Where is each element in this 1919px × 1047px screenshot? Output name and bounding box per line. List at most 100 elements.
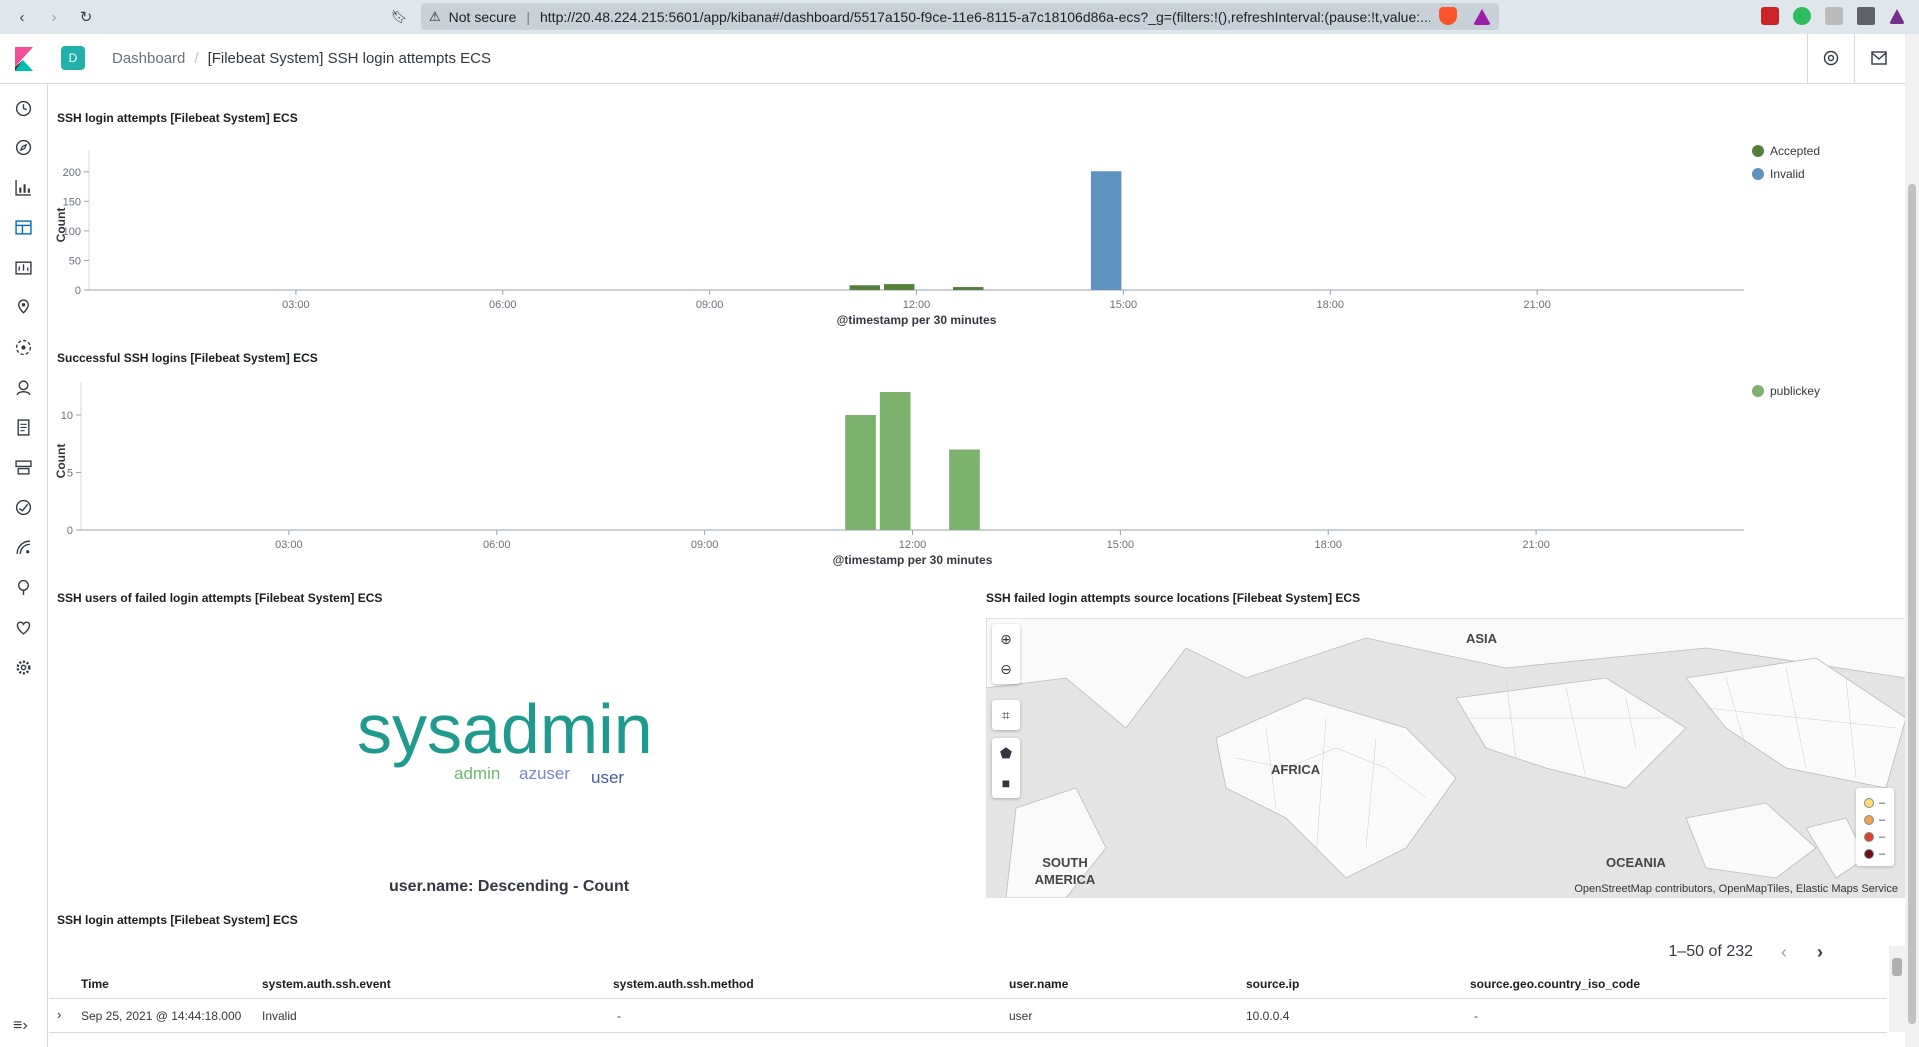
maps-icon[interactable]	[13, 297, 33, 317]
legend-item-invalid[interactable]: Invalid	[1752, 167, 1820, 181]
kibana-logo-icon[interactable]	[12, 47, 36, 71]
forward-icon[interactable]: ›	[43, 6, 65, 28]
address-bar[interactable]: ⚠ Not secure | http://20.48.224.215:5601…	[421, 3, 1499, 30]
x-axis-title: @timestamp per 30 minutes	[833, 553, 993, 567]
back-icon[interactable]: ‹	[11, 6, 33, 28]
security-label: Not secure	[448, 8, 517, 25]
table-pagination: 1–50 of 232 ‹ ›	[1668, 937, 1835, 967]
x-axis-title: @timestamp per 30 minutes	[837, 313, 997, 327]
column-header[interactable]: system.auth.ssh.event	[262, 977, 391, 991]
map-legend: – – – –	[1856, 788, 1894, 866]
column-header[interactable]: Time	[81, 977, 109, 991]
column-header[interactable]: user.name	[1009, 977, 1068, 991]
visualize-chart-icon[interactable]	[13, 177, 33, 197]
help-icon[interactable]	[1821, 48, 1841, 68]
tag-cloud-word[interactable]: sysadmin	[357, 689, 653, 769]
legend-label: publickey	[1770, 384, 1821, 398]
column-header[interactable]: source.geo.country_iso_code	[1470, 977, 1640, 991]
cell-source-ip: 10.0.0.4	[1246, 1009, 1290, 1023]
legend-color-swatch	[1752, 385, 1764, 397]
zoom-out-icon[interactable]: ⊖	[992, 654, 1020, 684]
map-legend-swatch	[1864, 848, 1874, 859]
page-scroll-thumb[interactable]	[1908, 184, 1916, 1024]
page-scrollbar[interactable]	[1905, 34, 1919, 1047]
x-tick-label: 21:00	[1522, 539, 1550, 551]
legend-item-accepted[interactable]: Accepted	[1752, 144, 1820, 158]
map-zoom-controls: ⊕ ⊖	[992, 624, 1020, 684]
monitoring-heart-icon[interactable]	[13, 617, 33, 637]
tag-cloud-caption: user.name: Descending - Count	[389, 878, 630, 895]
successful-logins-legend: publickey	[1752, 384, 1820, 407]
tag-cloud-word[interactable]: admin	[454, 764, 500, 784]
bookmark-icon[interactable]: 🔖︎	[388, 6, 410, 28]
map-legend-label: –	[1879, 813, 1886, 826]
y-axis-title: Count	[54, 444, 68, 479]
next-page-icon[interactable]: ›	[1805, 937, 1835, 967]
brave-shield-icon[interactable]	[1439, 7, 1457, 25]
map-attribution: OpenStreetMap contributors, OpenMapTiles…	[1574, 883, 1898, 895]
extension-lastpass-icon[interactable]	[1761, 7, 1779, 25]
newsfeed-mail-icon[interactable]	[1869, 48, 1889, 68]
space-avatar[interactable]: D	[61, 46, 85, 70]
x-tick-label: 15:00	[1110, 299, 1138, 311]
tag-cloud-word[interactable]: azuser	[519, 764, 570, 784]
brave-rewards-icon[interactable]	[1473, 9, 1491, 25]
map-legend-swatch	[1864, 797, 1874, 808]
legend-label: Accepted	[1770, 144, 1821, 158]
cell-method: -	[617, 1009, 621, 1023]
ml-icon[interactable]	[13, 337, 33, 357]
fit-to-data-icon[interactable]: ⌗	[992, 700, 1020, 730]
y-tick-label: 150	[63, 196, 81, 208]
recently-viewed-clock-icon[interactable]	[13, 98, 33, 118]
map-label-africa: AFRICA	[1271, 762, 1321, 777]
x-tick-label: 18:00	[1316, 299, 1344, 311]
cell-country: -	[1474, 1009, 1478, 1023]
map-draw-controls: ⬟ ■	[992, 738, 1020, 798]
canvas-icon[interactable]	[13, 257, 33, 277]
infrastructure-icon[interactable]	[13, 457, 33, 477]
uptime-icon[interactable]	[13, 537, 33, 557]
tag-cloud-word[interactable]: user	[591, 768, 624, 788]
apm-icon[interactable]	[13, 497, 33, 517]
map-legend-label: –	[1879, 830, 1886, 843]
collapse-nav-icon[interactable]: ≡›	[13, 1017, 28, 1035]
table-row[interactable]: › Sep 25, 2021 @ 14:44:18.000 Invalid - …	[49, 999, 1887, 1033]
table-scrollbar[interactable]	[1889, 946, 1905, 1032]
expand-row-icon[interactable]: ›	[57, 1007, 61, 1022]
logs-icon[interactable]	[13, 417, 33, 437]
siem-icon[interactable]	[13, 377, 33, 397]
extensions-puzzle-icon[interactable]	[1857, 7, 1875, 25]
bar-accepted	[849, 285, 881, 290]
url-text: http://20.48.224.215:5601/app/kibana#/da…	[540, 8, 1430, 25]
panel-title-source-locations: SSH failed login attempts source locatio…	[986, 591, 1361, 605]
brave-triangle-icon[interactable]	[1889, 9, 1905, 24]
map-label-asia: ASIA	[1466, 631, 1498, 646]
table-header-row: Time system.auth.ssh.event system.auth.s…	[49, 968, 1887, 999]
breadcrumb-dashboard-link[interactable]: Dashboard	[112, 50, 185, 67]
map-landmass	[986, 618, 1905, 898]
column-header[interactable]: source.ip	[1246, 977, 1299, 991]
x-tick-label: 03:00	[275, 539, 303, 551]
dashboard-icon[interactable]	[13, 217, 33, 237]
legend-item-publickey[interactable]: publickey	[1752, 384, 1820, 398]
previous-page-icon[interactable]: ‹	[1769, 937, 1799, 967]
x-tick-label: 12:00	[899, 539, 927, 551]
draw-rectangle-icon[interactable]: ■	[992, 768, 1020, 798]
zoom-in-icon[interactable]: ⊕	[992, 624, 1020, 654]
dev-tools-icon[interactable]	[13, 577, 33, 597]
breadcrumb-separator: /	[194, 50, 199, 67]
management-gear-icon[interactable]	[13, 657, 33, 677]
panel-title-failed-users: SSH users of failed login attempts [File…	[57, 591, 383, 605]
reload-icon[interactable]: ↻	[75, 6, 97, 28]
map-tool-controls: ⌗	[992, 700, 1020, 730]
draw-polygon-icon[interactable]: ⬟	[992, 738, 1020, 768]
discover-compass-icon[interactable]	[13, 137, 33, 157]
bar-publickey	[879, 392, 911, 530]
browser-toolbar: ‹ › ↻ 🔖︎ ⚠ Not secure | http://20.48.224…	[0, 0, 1919, 34]
column-header[interactable]: system.auth.ssh.method	[613, 977, 754, 991]
x-tick-label: 21:00	[1523, 299, 1551, 311]
map-legend-item: –	[1864, 828, 1894, 845]
source-location-map[interactable]: ASIA AFRICA SOUTH AMERICA OCEANIA ⊕ ⊖ ⌗ …	[986, 618, 1905, 898]
extension-evernote-icon[interactable]	[1793, 7, 1811, 25]
extension-reader-icon[interactable]	[1825, 7, 1843, 25]
